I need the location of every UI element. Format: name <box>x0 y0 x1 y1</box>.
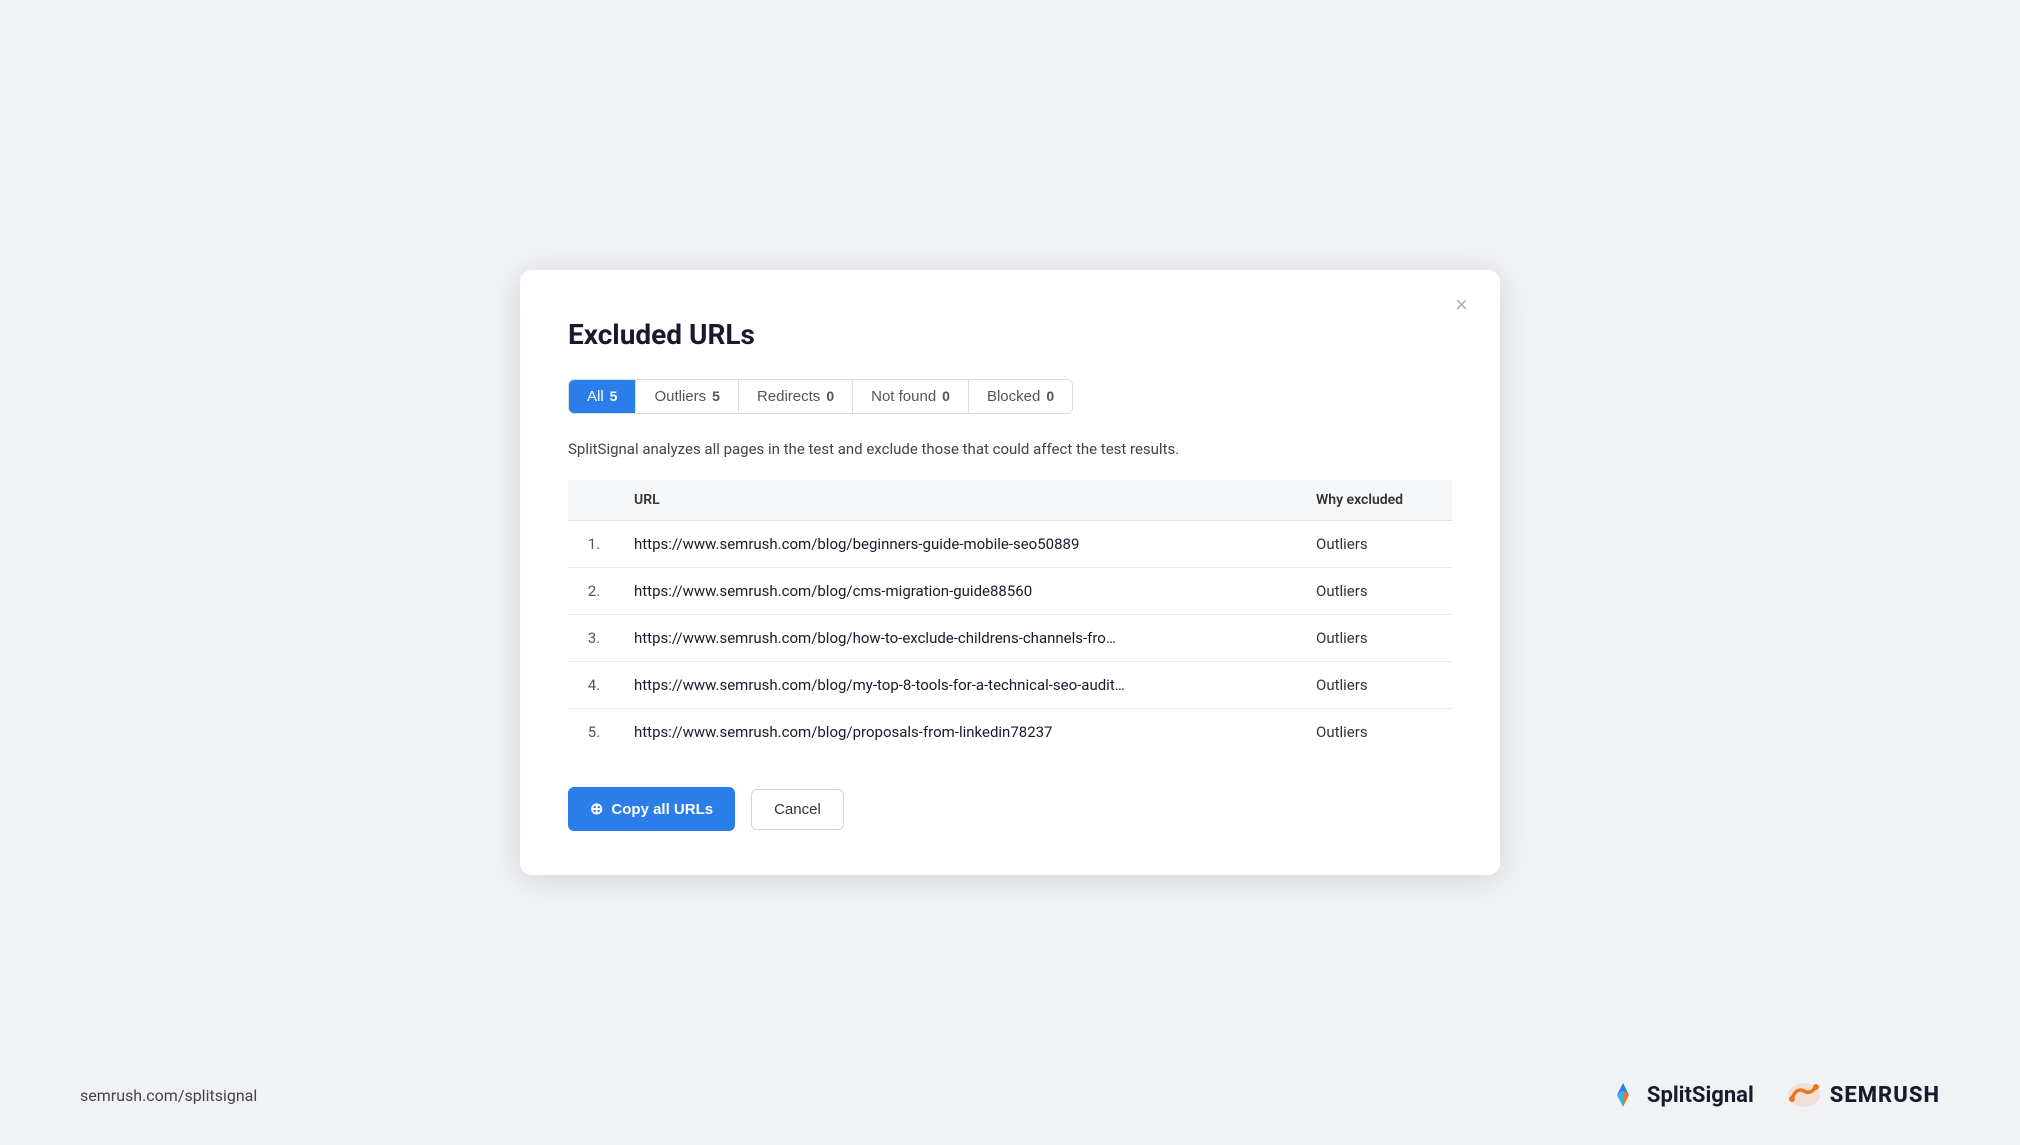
row-url: https://www.semrush.com/blog/my-top-8-to… <box>620 662 1302 709</box>
row-num: 5. <box>568 709 620 756</box>
tab-all[interactable]: All 5 <box>569 380 636 413</box>
modal: × Excluded URLs All 5 Outliers 5 Redirec… <box>520 270 1500 876</box>
footer: semrush.com/splitsignal SplitSignal <box>80 1077 1940 1113</box>
row-url: https://www.semrush.com/blog/beginners-g… <box>620 521 1302 568</box>
cancel-button[interactable]: Cancel <box>751 789 844 830</box>
copy-icon: ⊕ <box>590 799 603 819</box>
row-reason: Outliers <box>1302 521 1452 568</box>
description-text: SplitSignal analyzes all pages in the te… <box>568 438 1452 461</box>
tab-not-found-count: 0 <box>942 388 950 404</box>
tab-blocked-label: Blocked <box>987 388 1040 405</box>
copy-button-label: Copy all URLs <box>611 801 713 818</box>
tab-redirects-count: 0 <box>826 388 834 404</box>
semrush-logo: SEMRUSH <box>1786 1077 1940 1113</box>
row-reason: Outliers <box>1302 568 1452 615</box>
tab-not-found-label: Not found <box>871 388 936 405</box>
row-url: https://www.semrush.com/blog/how-to-excl… <box>620 615 1302 662</box>
tab-redirects[interactable]: Redirects 0 <box>739 380 853 413</box>
modal-title: Excluded URLs <box>568 318 1452 351</box>
tab-blocked-count: 0 <box>1046 388 1054 404</box>
splitsignal-icon <box>1607 1079 1639 1111</box>
button-row: ⊕ Copy all URLs Cancel <box>568 787 1452 831</box>
table-row: 4.https://www.semrush.com/blog/my-top-8-… <box>568 662 1452 709</box>
footer-logos: SplitSignal SEMRUSH <box>1607 1077 1940 1113</box>
splitsignal-logo: SplitSignal <box>1607 1079 1754 1111</box>
splitsignal-label: SplitSignal <box>1647 1083 1754 1108</box>
col-url: URL <box>620 480 1302 521</box>
tab-not-found[interactable]: Not found 0 <box>853 380 969 413</box>
row-num: 2. <box>568 568 620 615</box>
row-url: https://www.semrush.com/blog/proposals-f… <box>620 709 1302 756</box>
tab-outliers[interactable]: Outliers 5 <box>636 380 738 413</box>
row-reason: Outliers <box>1302 662 1452 709</box>
semrush-label: SEMRUSH <box>1830 1083 1940 1108</box>
tab-all-label: All <box>587 388 604 405</box>
table-row: 5.https://www.semrush.com/blog/proposals… <box>568 709 1452 756</box>
row-num: 4. <box>568 662 620 709</box>
tab-all-count: 5 <box>610 388 618 404</box>
tab-outliers-label: Outliers <box>654 388 706 405</box>
url-table: URL Why excluded 1.https://www.semrush.c… <box>568 480 1452 755</box>
footer-url: semrush.com/splitsignal <box>80 1086 257 1105</box>
tab-redirects-label: Redirects <box>757 388 820 405</box>
tab-blocked[interactable]: Blocked 0 <box>969 380 1072 413</box>
row-num: 1. <box>568 521 620 568</box>
row-num: 3. <box>568 615 620 662</box>
semrush-icon <box>1786 1077 1822 1113</box>
table-row: 3.https://www.semrush.com/blog/how-to-ex… <box>568 615 1452 662</box>
col-num <box>568 480 620 521</box>
close-button[interactable]: × <box>1447 290 1476 320</box>
copy-all-button[interactable]: ⊕ Copy all URLs <box>568 787 735 831</box>
table-row: 1.https://www.semrush.com/blog/beginners… <box>568 521 1452 568</box>
col-reason: Why excluded <box>1302 480 1452 521</box>
row-reason: Outliers <box>1302 615 1452 662</box>
row-reason: Outliers <box>1302 709 1452 756</box>
table-header-row: URL Why excluded <box>568 480 1452 521</box>
tab-bar: All 5 Outliers 5 Redirects 0 Not found 0… <box>568 379 1073 414</box>
table-row: 2.https://www.semrush.com/blog/cms-migra… <box>568 568 1452 615</box>
tab-outliers-count: 5 <box>712 388 720 404</box>
row-url: https://www.semrush.com/blog/cms-migrati… <box>620 568 1302 615</box>
